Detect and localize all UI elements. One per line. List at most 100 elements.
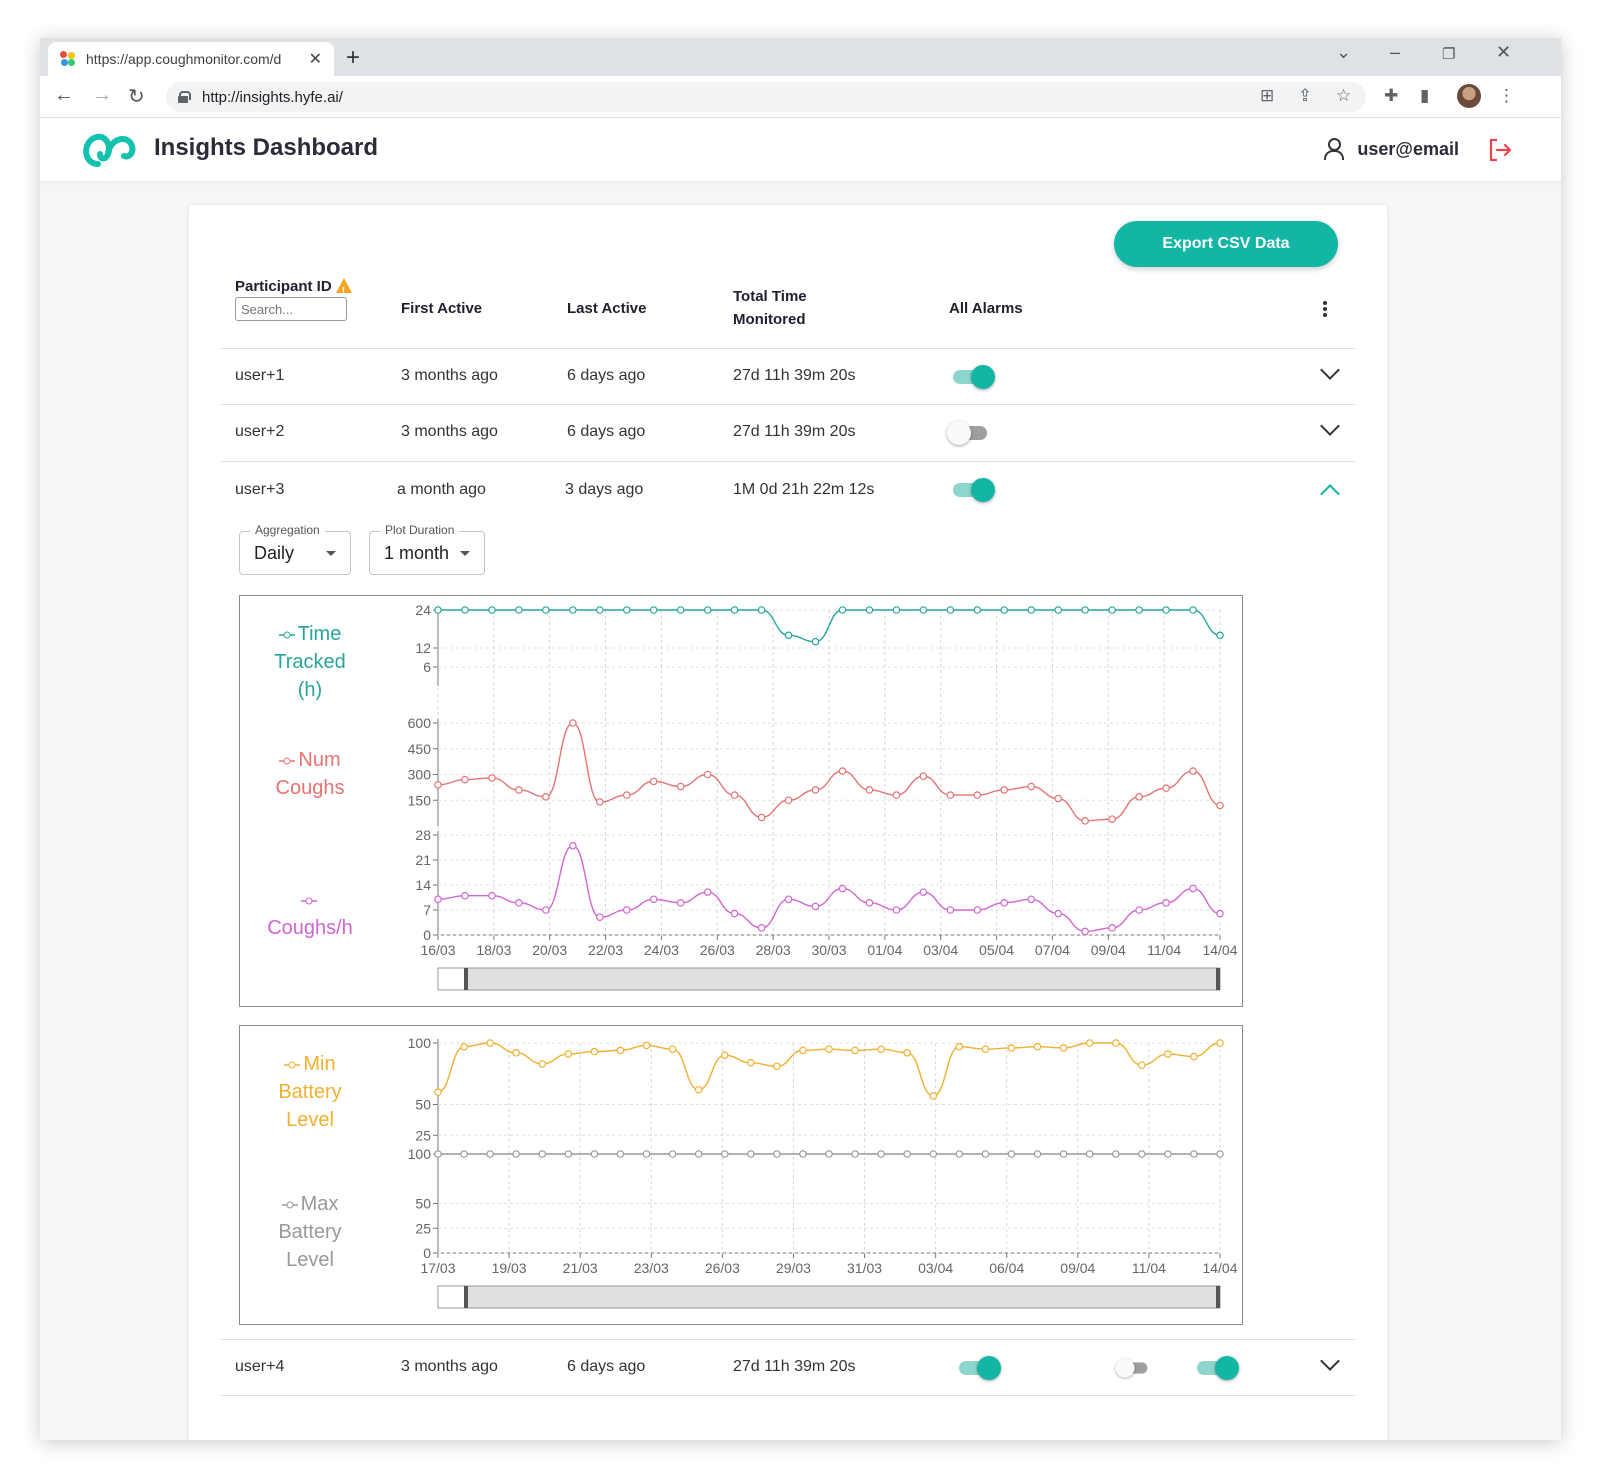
range-slider-track — [437, 1285, 1221, 1309]
data-point — [946, 791, 955, 799]
share-icon[interactable]: ⇪ — [1298, 86, 1312, 106]
data-point — [460, 1150, 468, 1158]
reload-icon[interactable]: ↻ — [128, 84, 145, 109]
data-point — [1189, 767, 1197, 775]
aggregation-select[interactable]: Aggregation Daily — [239, 523, 351, 575]
data-point — [892, 906, 901, 914]
divider — [221, 1339, 1355, 1340]
data-point — [746, 1058, 755, 1067]
data-point — [1000, 786, 1009, 794]
data-point — [851, 1046, 859, 1055]
data-point — [877, 1045, 885, 1053]
expand-chevron-down-icon[interactable] — [1320, 416, 1340, 436]
data-point — [622, 606, 631, 614]
data-point — [542, 793, 550, 801]
new-tab-icon[interactable]: + — [346, 44, 360, 72]
data-point — [642, 1041, 651, 1050]
data-point — [649, 895, 658, 904]
x-tick-label: 20/03 — [532, 942, 567, 958]
data-point — [865, 786, 874, 794]
address-bar[interactable]: http://insights.hyfe.ai/ — [166, 82, 1366, 112]
column-menu-icon[interactable] — [1323, 301, 1327, 317]
forward-icon[interactable]: → — [92, 84, 112, 107]
header-last-active[interactable]: Last Active — [567, 297, 646, 320]
x-tick-label: 23/03 — [634, 1260, 669, 1276]
range-slider-handle — [1216, 1286, 1220, 1308]
participants-card: Export CSV Data Participant ID First Act… — [189, 205, 1387, 1440]
data-point — [1162, 784, 1170, 793]
header-participant-id[interactable]: Participant ID — [235, 275, 352, 303]
x-tick-label: 01/04 — [867, 942, 902, 958]
browser-tab[interactable]: https://app.coughmonitor.com/d ✕ — [48, 42, 334, 76]
data-point — [616, 1150, 625, 1158]
plot-duration-value: 1 month — [384, 543, 450, 563]
data-point — [892, 791, 901, 799]
alarm-toggle[interactable] — [957, 1356, 1001, 1380]
y-tick-label: 50 — [415, 1196, 431, 1212]
data-point — [1111, 1039, 1120, 1047]
data-point — [1054, 909, 1063, 918]
data-point — [1081, 606, 1089, 614]
data-point — [1085, 1039, 1094, 1047]
data-point — [488, 891, 496, 900]
expand-chevron-down-icon[interactable] — [1320, 360, 1340, 380]
data-point — [569, 841, 577, 850]
x-tick-label: 05/04 — [979, 942, 1014, 958]
tab-title: https://app.coughmonitor.com/d — [86, 51, 282, 67]
x-tick-label: 11/04 — [1147, 942, 1181, 958]
x-tick-label: 09/04 — [1091, 942, 1126, 958]
y-tick-label: 450 — [408, 741, 432, 757]
data-point — [616, 1046, 625, 1055]
battery-plot-area[interactable]: 17/03 19/03 21/03 23/03 26/03 29/03 31/03 03/04… — [240, 1026, 1242, 1324]
participant-search-input[interactable] — [235, 297, 347, 321]
site-favicon-icon — [60, 51, 76, 67]
alarm-toggle[interactable] — [951, 365, 995, 389]
x-tick-label: 30/03 — [811, 942, 846, 958]
warning-icon — [335, 278, 352, 303]
y-tick-label: 6 — [423, 659, 431, 675]
alarm-toggle-secondary[interactable] — [1115, 1358, 1150, 1378]
collapse-chevron-up-icon[interactable] — [1320, 484, 1340, 504]
bookmark-star-icon[interactable]: ☆ — [1336, 86, 1351, 106]
browser-menu-icon[interactable]: ⋮ — [1498, 86, 1515, 106]
restore-icon[interactable]: ❐ — [1442, 45, 1455, 63]
data-point — [569, 719, 577, 727]
back-icon[interactable]: ← — [54, 84, 74, 107]
data-point — [1108, 815, 1116, 823]
participant-id: user+4 — [235, 1358, 285, 1375]
logout-icon[interactable] — [1487, 137, 1513, 163]
user-menu[interactable]: user@email — [1323, 138, 1459, 160]
x-tick-label: 29/03 — [776, 1260, 811, 1276]
data-point — [1164, 1150, 1172, 1158]
data-point — [486, 1039, 494, 1047]
data-point — [564, 1050, 573, 1058]
tab-search-icon[interactable]: ⌄ — [1336, 42, 1351, 63]
tab-close-icon[interactable]: ✕ — [309, 49, 322, 69]
window-close-icon[interactable]: ✕ — [1496, 42, 1511, 63]
data-point — [784, 895, 793, 904]
side-panel-icon[interactable]: ▮ — [1420, 86, 1429, 106]
plot-duration-select[interactable]: Plot Duration 1 month — [369, 523, 485, 575]
export-csv-button[interactable]: Export CSV Data — [1114, 221, 1338, 267]
translate-icon[interactable]: ⊞ — [1260, 86, 1274, 106]
header-total-time[interactable]: Total Time Monitored — [733, 285, 807, 331]
profile-avatar[interactable] — [1457, 84, 1481, 108]
activity-plot-area[interactable]: 16/03 18/03 20/03 22/03 24/03 26/03 28/03 30/03… — [240, 596, 1242, 1006]
header-first-active[interactable]: First Active — [401, 297, 482, 320]
range-slider-start — [437, 1285, 467, 1309]
browser-window: https://app.coughmonitor.com/d ✕ + ⌄ – ❐… — [40, 38, 1561, 1440]
alarm-toggle[interactable] — [951, 478, 995, 502]
alarm-toggle[interactable] — [947, 421, 991, 445]
data-point — [595, 606, 604, 614]
range-slider-start — [437, 967, 467, 991]
alarm-toggle-tertiary[interactable] — [1195, 1356, 1239, 1380]
dropdown-caret-icon — [326, 551, 336, 556]
header-all-alarms[interactable]: All Alarms — [949, 297, 1023, 320]
data-point — [668, 1045, 677, 1053]
data-point — [973, 906, 982, 914]
extensions-icon[interactable]: ✚ — [1384, 86, 1398, 106]
expand-chevron-down-icon[interactable] — [1320, 1351, 1340, 1371]
data-point — [649, 606, 658, 614]
data-point — [538, 1150, 547, 1158]
minimize-icon[interactable]: – — [1390, 42, 1400, 63]
